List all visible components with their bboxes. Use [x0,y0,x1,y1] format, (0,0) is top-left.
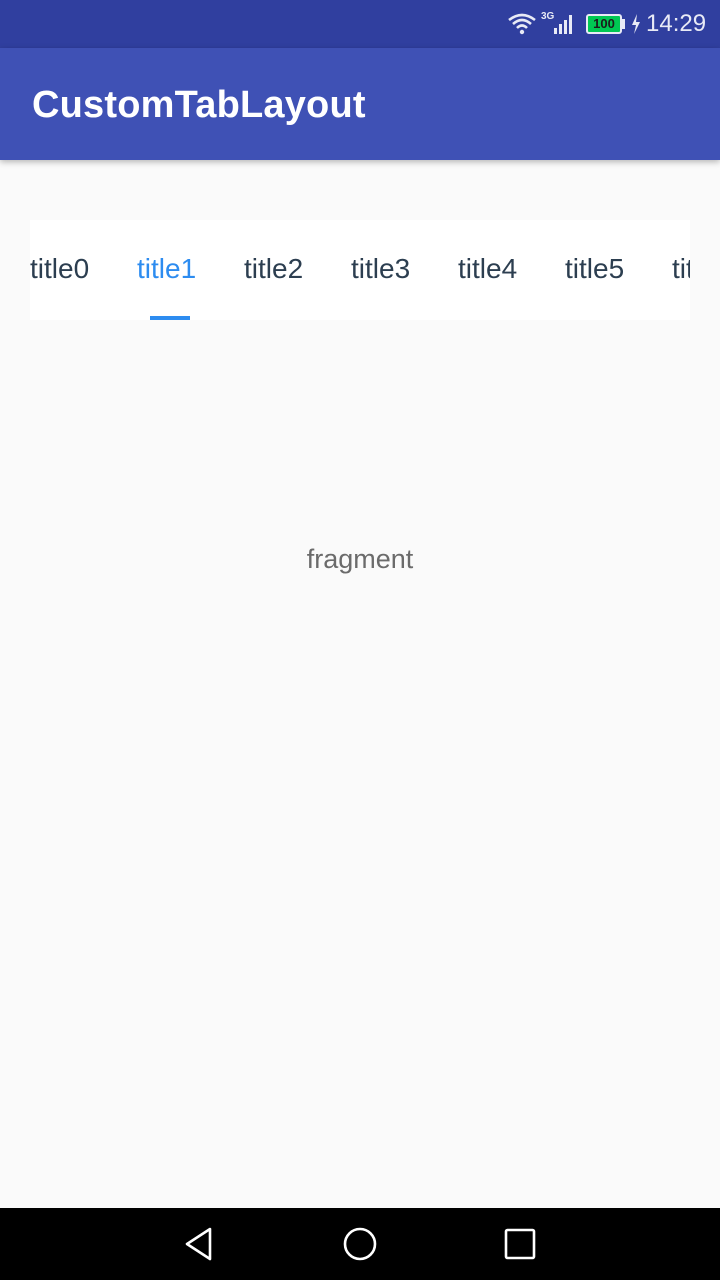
app-bar: CustomTabLayout [0,48,720,160]
charging-icon [632,14,640,34]
tab-title2[interactable]: title2 [244,220,351,320]
back-icon[interactable] [182,1226,218,1262]
wifi-icon [508,13,536,35]
tab-label: title5 [565,253,625,284]
battery-tip [622,19,625,29]
status-clock: 14:29 [646,10,707,37]
recents-icon[interactable] [502,1226,538,1262]
fragment-content-text: fragment [306,544,414,574]
tab-label: title2 [244,253,304,284]
tab-title6[interactable]: title6 [672,220,690,320]
tab-title5[interactable]: title5 [565,220,672,320]
tab-selected-indicator [150,316,190,320]
tab-title4[interactable]: title4 [458,220,565,320]
tab-title1[interactable]: title1 [137,220,244,320]
status-bar: 3G 100 14:29 [0,0,720,48]
tab-label: title6 [672,253,690,284]
tab-label: title4 [458,253,518,284]
navigation-bar [0,1208,720,1280]
tab-title3[interactable]: title3 [351,220,458,320]
tab-label: title1 [137,253,197,284]
tab-title0[interactable]: title0 [30,220,137,320]
signal-icon [554,15,572,34]
tab-label: title0 [30,253,90,284]
screen: 3G 100 14:29 CustomTabLayout title0 titl… [0,0,720,1280]
home-icon[interactable] [342,1226,378,1262]
tab-label: title3 [351,253,411,284]
battery-level: 100 [593,16,615,31]
custom-tab-layout[interactable]: title0 title1 title2 title3 title4 title… [30,220,690,320]
battery-icon: 100 [586,14,622,34]
app-title: CustomTabLayout [32,84,366,126]
